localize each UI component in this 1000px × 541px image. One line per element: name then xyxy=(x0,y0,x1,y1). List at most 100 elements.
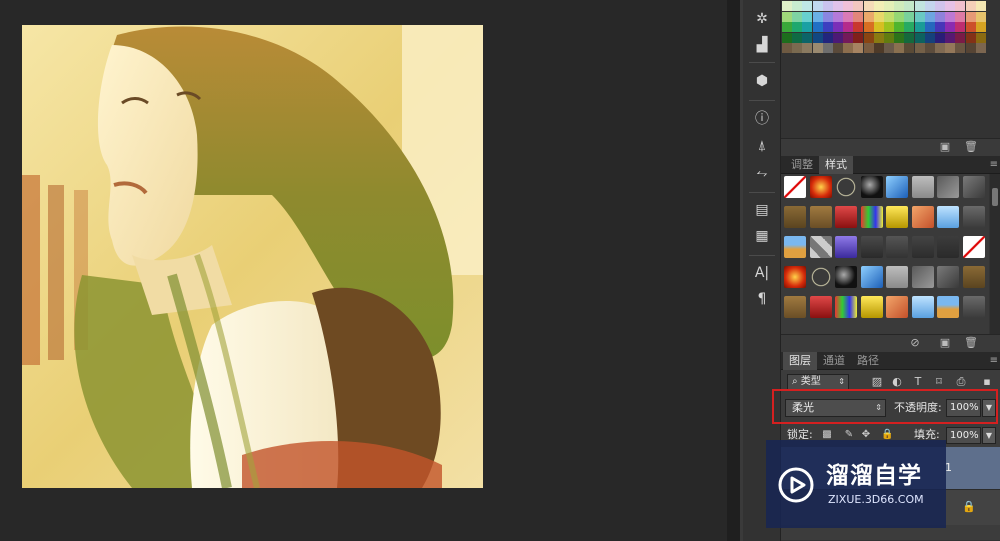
style-preset[interactable] xyxy=(835,176,857,198)
color-swatch[interactable] xyxy=(914,43,925,53)
color-swatch[interactable] xyxy=(955,22,966,32)
color-swatch[interactable] xyxy=(965,32,976,43)
fill-slider-toggle[interactable]: ▼ xyxy=(982,427,996,444)
color-swatch[interactable] xyxy=(935,32,945,43)
style-preset[interactable] xyxy=(937,266,959,288)
style-preset[interactable] xyxy=(809,206,832,228)
color-swatch[interactable] xyxy=(924,22,935,32)
color-swatch[interactable] xyxy=(914,11,925,22)
color-swatch[interactable] xyxy=(822,43,833,53)
color-swatch[interactable] xyxy=(914,32,925,43)
style-preset[interactable] xyxy=(784,296,806,318)
color-swatch[interactable] xyxy=(935,22,945,32)
color-swatch[interactable] xyxy=(894,22,905,32)
color-swatch[interactable] xyxy=(802,22,813,32)
color-swatch[interactable] xyxy=(853,43,864,53)
color-swatch[interactable] xyxy=(955,32,966,43)
color-swatch[interactable] xyxy=(904,11,915,22)
adjustment-filter-icon[interactable]: ◐ xyxy=(891,376,903,388)
color-swatch[interactable] xyxy=(904,32,915,43)
color-swatch[interactable] xyxy=(945,43,956,53)
style-preset[interactable] xyxy=(962,266,985,288)
3d-icon[interactable]: ⬢ xyxy=(752,72,772,90)
color-swatch[interactable] xyxy=(873,43,884,53)
color-swatch[interactable] xyxy=(975,43,986,53)
color-swatch[interactable] xyxy=(853,22,864,32)
color-swatch[interactable] xyxy=(792,11,803,22)
color-swatch[interactable] xyxy=(853,11,864,22)
tab-styles[interactable]: 样式 xyxy=(819,156,853,174)
color-swatch[interactable] xyxy=(792,43,803,53)
color-swatch[interactable] xyxy=(965,11,976,22)
color-swatch[interactable] xyxy=(802,1,813,11)
color-swatch[interactable] xyxy=(945,22,956,32)
smart-object-filter-icon[interactable]: ⎙ xyxy=(955,376,967,388)
color-swatch[interactable] xyxy=(924,43,935,53)
style-preset[interactable] xyxy=(860,296,883,318)
color-swatch[interactable] xyxy=(884,43,894,53)
color-swatch[interactable] xyxy=(853,32,864,43)
color-swatch[interactable] xyxy=(782,43,792,53)
color-swatch[interactable] xyxy=(863,1,874,11)
color-swatch[interactable] xyxy=(873,11,884,22)
pixel-filter-icon[interactable]: ▨ xyxy=(871,376,883,388)
color-swatch[interactable] xyxy=(782,22,792,32)
new-style-icon[interactable]: ▣ xyxy=(939,337,951,349)
new-swatch-icon[interactable]: ▣ xyxy=(939,141,951,153)
color-swatch[interactable] xyxy=(833,11,843,22)
color-swatch[interactable] xyxy=(843,11,854,22)
color-swatch[interactable] xyxy=(822,32,833,43)
type-filter-icon[interactable]: T xyxy=(912,376,924,388)
tab-channels[interactable]: 通道 xyxy=(817,352,851,370)
panel-menu-icon[interactable]: ≡ xyxy=(990,356,998,366)
color-swatch[interactable] xyxy=(904,1,915,11)
color-swatch[interactable] xyxy=(822,22,833,32)
histogram-icon[interactable]: ▟ xyxy=(752,36,772,54)
style-preset[interactable] xyxy=(886,176,908,198)
color-swatch[interactable] xyxy=(863,32,874,43)
color-swatch[interactable] xyxy=(884,11,894,22)
style-preset[interactable] xyxy=(835,236,857,258)
color-swatch[interactable] xyxy=(884,32,894,43)
style-preset[interactable] xyxy=(886,266,908,288)
clone-source-icon[interactable]: ⥊ xyxy=(752,164,772,182)
panel-menu-icon[interactable]: ≡ xyxy=(990,160,998,170)
style-preset[interactable] xyxy=(886,236,908,258)
color-swatch[interactable] xyxy=(792,32,803,43)
color-swatch[interactable] xyxy=(873,32,884,43)
color-swatch[interactable] xyxy=(894,32,905,43)
style-preset[interactable] xyxy=(962,236,985,258)
color-swatch[interactable] xyxy=(955,1,966,11)
style-preset[interactable] xyxy=(911,206,934,228)
character-icon[interactable]: A| xyxy=(752,264,772,282)
color-swatch[interactable] xyxy=(782,11,792,22)
color-swatch[interactable] xyxy=(904,22,915,32)
color-swatch[interactable] xyxy=(863,22,874,32)
color-swatch[interactable] xyxy=(843,1,854,11)
color-swatch[interactable] xyxy=(965,1,976,11)
color-swatch[interactable] xyxy=(894,11,905,22)
tab-paths[interactable]: 路径 xyxy=(851,352,885,370)
color-swatch[interactable] xyxy=(792,1,803,11)
color-swatch[interactable] xyxy=(884,22,894,32)
style-preset[interactable] xyxy=(835,206,857,228)
actions-icon[interactable]: ▤ xyxy=(752,201,772,219)
style-preset[interactable] xyxy=(911,296,934,318)
fill-input[interactable]: 100% xyxy=(946,427,981,444)
tab-adjustments[interactable]: 调整 xyxy=(785,156,819,174)
style-preset[interactable] xyxy=(860,236,883,258)
style-preset[interactable] xyxy=(937,236,959,258)
color-swatch[interactable] xyxy=(884,1,894,11)
color-swatch[interactable] xyxy=(812,1,823,11)
document-canvas[interactable] xyxy=(0,0,727,541)
color-swatch[interactable] xyxy=(873,1,884,11)
color-swatch[interactable] xyxy=(914,1,925,11)
color-swatch[interactable] xyxy=(945,1,956,11)
paragraph-icon[interactable]: ¶ xyxy=(752,290,772,308)
style-preset[interactable] xyxy=(835,266,857,288)
notes-icon[interactable]: ▦ xyxy=(752,227,772,245)
color-swatch[interactable] xyxy=(833,1,843,11)
styles-scrollbar[interactable] xyxy=(990,174,1000,334)
style-preset[interactable] xyxy=(835,296,857,318)
color-swatch[interactable] xyxy=(853,1,864,11)
